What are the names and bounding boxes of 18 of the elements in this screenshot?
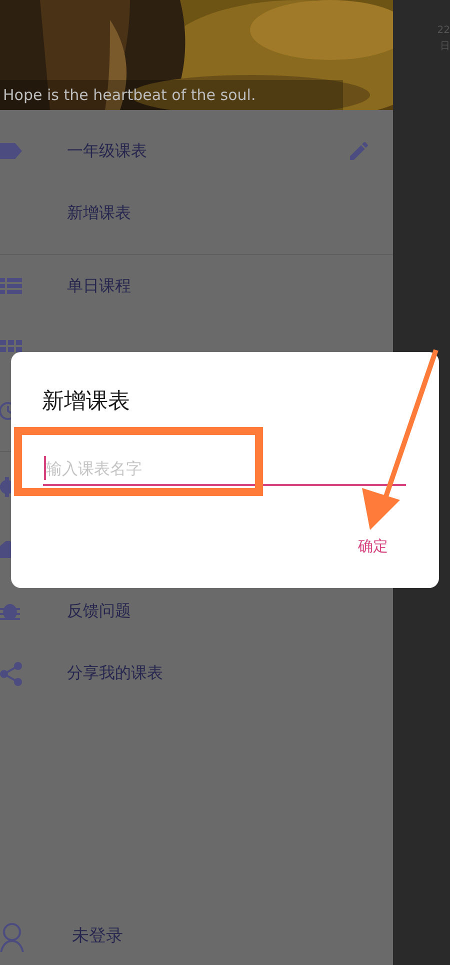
shirt-icon	[0, 538, 11, 560]
tag-icon	[0, 140, 22, 162]
quote-text: Hope is the heartbeat of the soul.	[3, 84, 256, 106]
menu-item[interactable]: 一年级课表	[0, 120, 393, 182]
menu-item[interactable]: 单日课程	[0, 255, 393, 317]
confirm-button[interactable]: 确定	[356, 535, 390, 558]
list-icon	[0, 275, 22, 297]
text-cursor	[44, 456, 46, 480]
name-field[interactable]: 输入课表名字	[43, 452, 406, 486]
edit-icon[interactable]	[347, 139, 371, 163]
menu-item[interactable]: 反馈问题	[0, 580, 393, 642]
menu-item[interactable]: 新增课表	[0, 182, 393, 244]
menu-item[interactable]: 分享我的课表	[0, 642, 393, 704]
share-icon	[0, 662, 22, 684]
dialog-title: 新增课表	[42, 388, 130, 416]
account-item[interactable]: 未登录	[0, 909, 393, 965]
person-icon	[0, 922, 26, 952]
clock-icon	[0, 399, 11, 421]
